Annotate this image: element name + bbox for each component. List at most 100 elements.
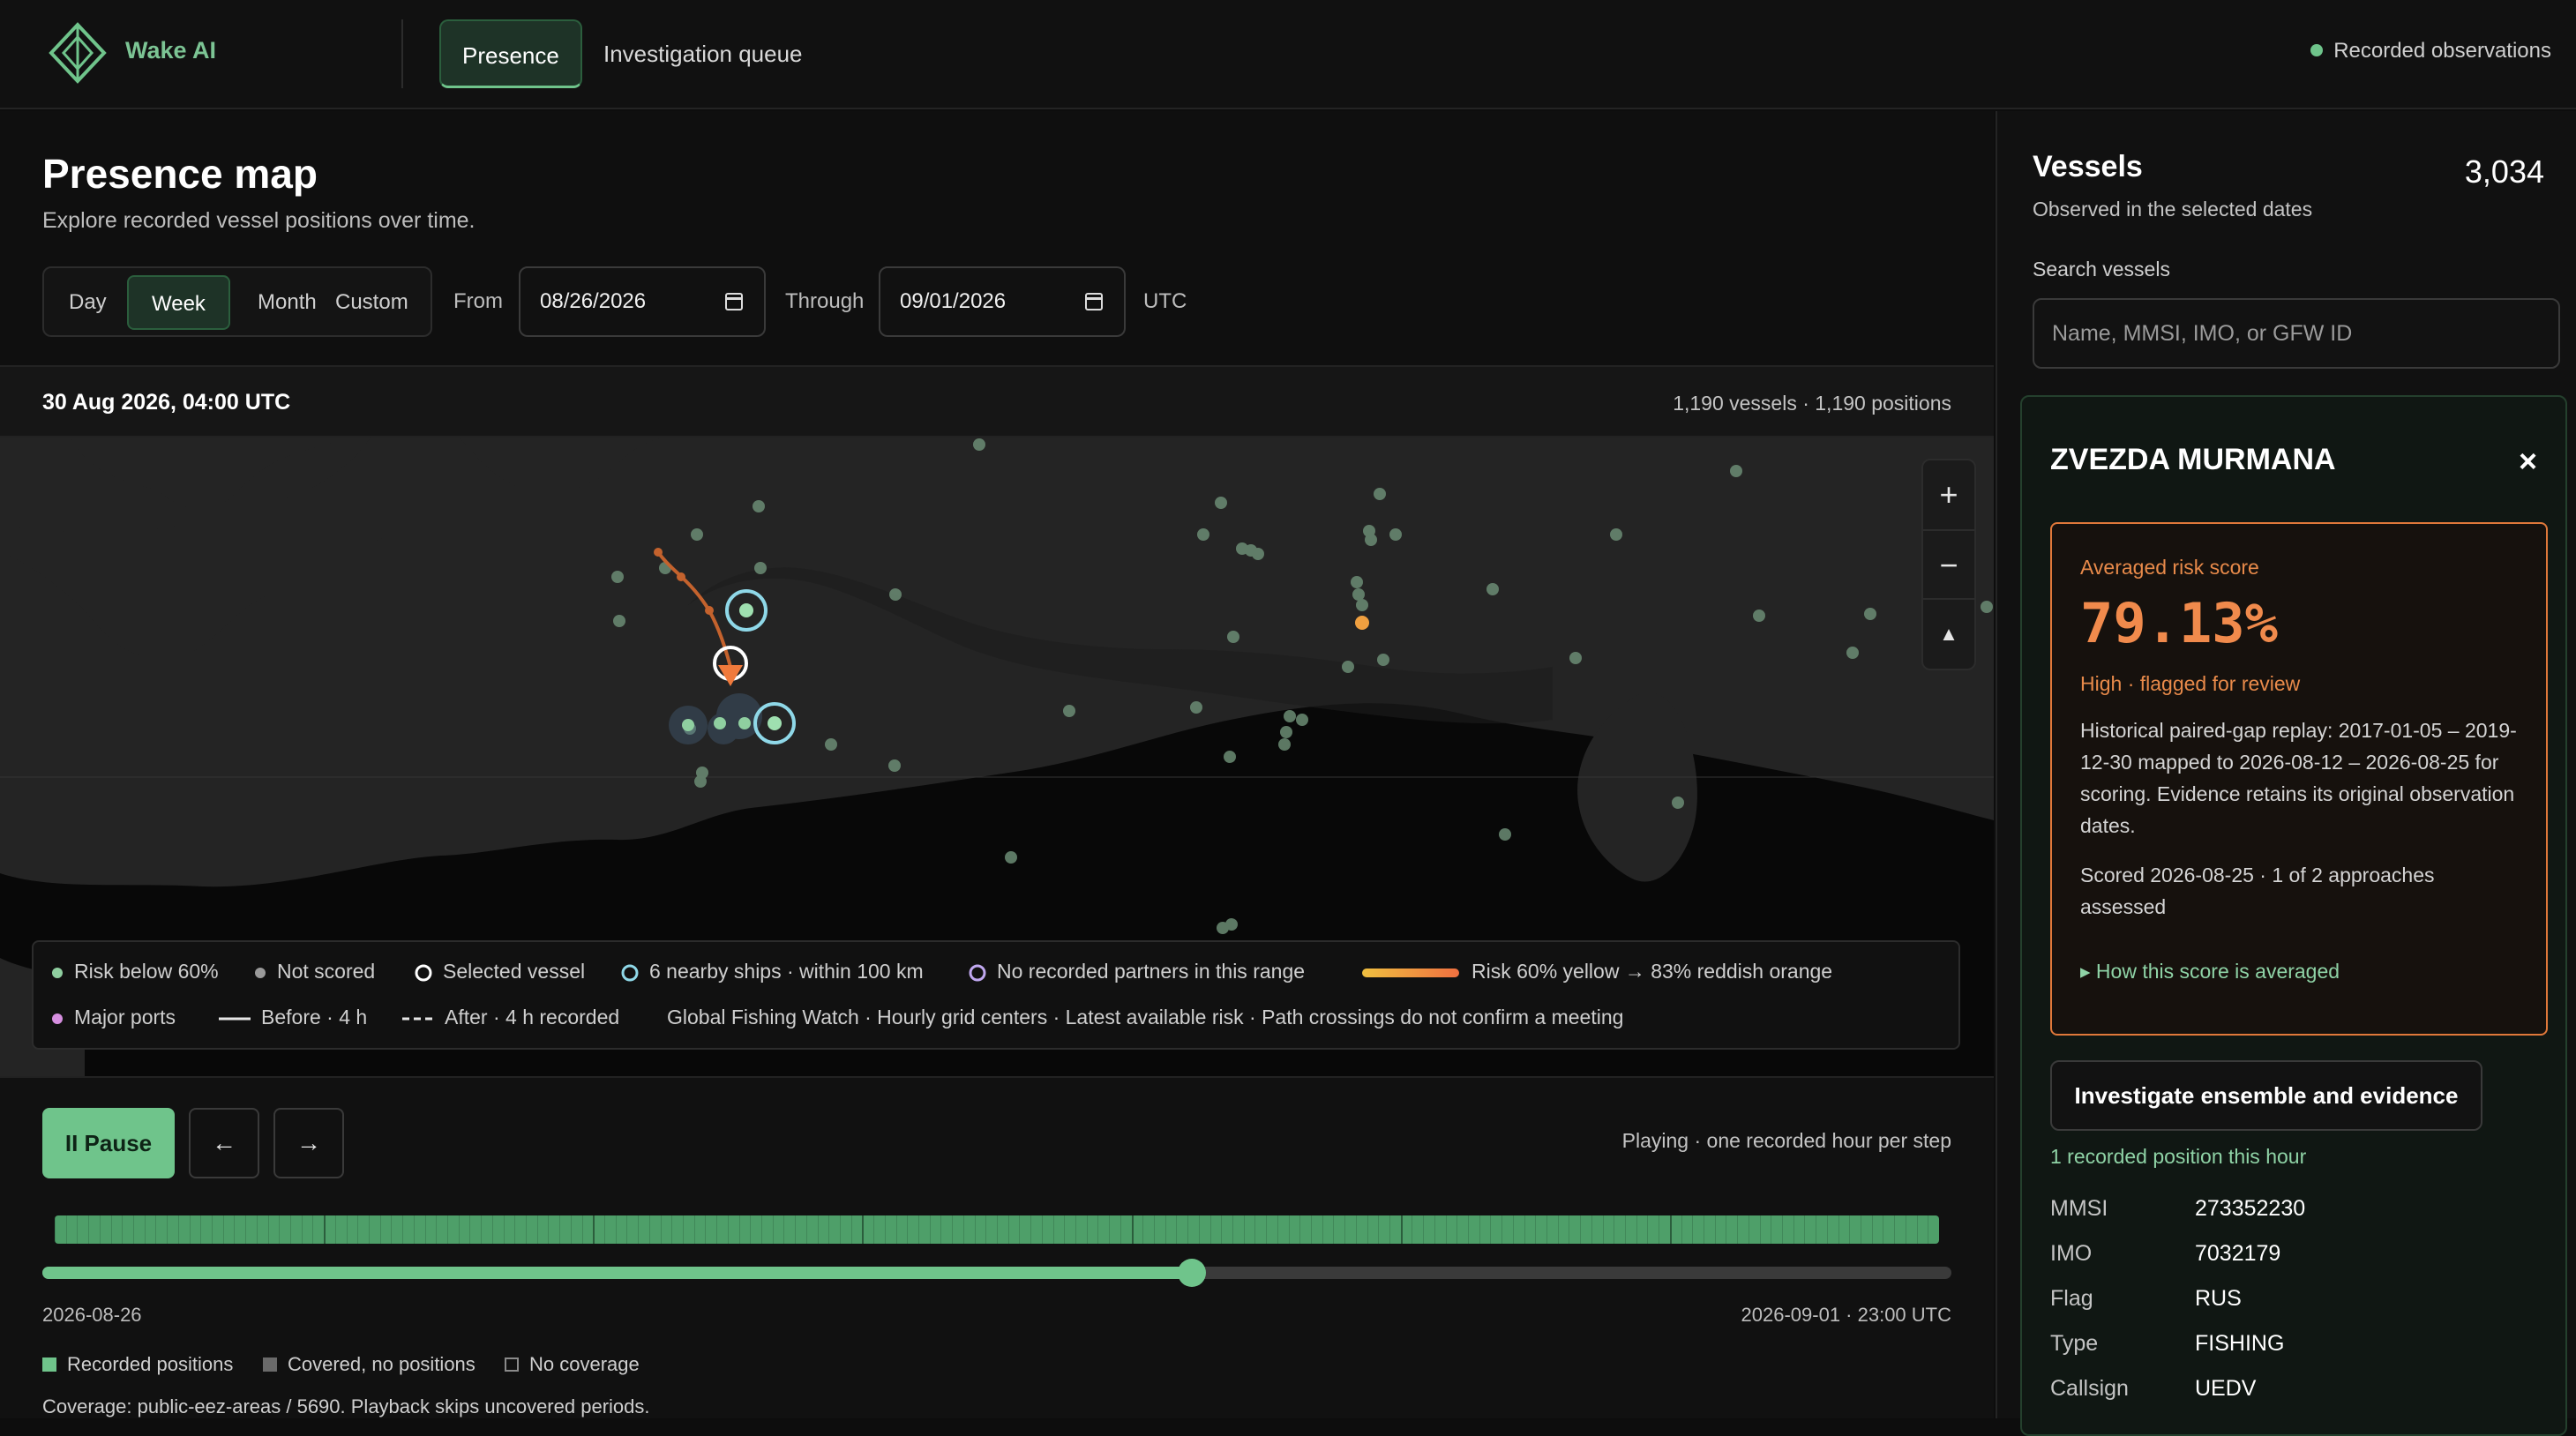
coverage-hour-tick [761,1215,762,1244]
coverage-hour-tick [559,1215,561,1244]
coverage-hour-tick [324,1215,326,1244]
coverage-hour-tick [1187,1215,1189,1244]
previous-step-button[interactable]: ← [189,1108,259,1178]
coverage-hour-tick [99,1215,101,1244]
coverage-hour-tick [481,1215,483,1244]
timeline-handle[interactable] [1177,1259,1206,1287]
coverage-hour-tick [895,1215,897,1244]
coverage-hour-tick [1557,1215,1559,1244]
coverage-hour-tick [1030,1215,1032,1244]
zoom-in-button[interactable]: + [1923,460,1974,529]
coverage-hour-tick [514,1215,516,1244]
score-explanation-toggle[interactable]: ▸ How this score is averaged [2080,960,2340,984]
coverage-hour-tick [615,1215,617,1244]
coverage-hour-tick [1871,1215,1873,1244]
coverage-note: Coverage: public-eez-areas / 5690. Playb… [42,1395,650,1417]
coverage-hour-tick [1490,1215,1492,1244]
range-day-button[interactable]: Day [46,275,130,330]
through-date-input[interactable]: 09/01/2026 [879,266,1126,337]
coverage-hour-tick [772,1215,774,1244]
tab-presence[interactable]: Presence [439,19,582,88]
coverage-hour-tick [828,1215,830,1244]
coverage-bar[interactable] [55,1215,1939,1244]
close-icon[interactable]: × [2519,443,2537,480]
nearby-dot [768,716,782,730]
range-week-button[interactable]: Week [127,275,230,330]
investigate-button[interactable]: Investigate ensemble and evidence [2050,1060,2482,1131]
detail-key: IMO [2050,1241,2093,1266]
legend-before: Before · 4 h [219,1006,368,1028]
coverage-hour-tick [884,1215,886,1244]
coverage-hour-tick [1064,1215,1066,1244]
range-custom-button[interactable]: Custom [312,275,431,330]
detail-key: Type [2050,1331,2099,1356]
page-title: Presence map [42,151,318,197]
coverage-hour-tick [1434,1215,1435,1244]
brand-name: Wake AI [125,37,217,64]
timeline-slider[interactable] [42,1259,1951,1287]
coverage-hour-tick [1669,1215,1671,1244]
wake-logo-icon[interactable] [48,21,108,85]
coverage-hour-tick [997,1215,998,1244]
presence-map[interactable]: + − ▲ Risk below 60% Not scored Selected… [0,438,1994,1076]
coverage-hour-tick [1355,1215,1357,1244]
coverage-hour-tick [1164,1215,1166,1244]
coverage-hour-tick [1602,1215,1604,1244]
search-input[interactable] [2033,298,2560,369]
tab-investigation-queue[interactable]: Investigation queue [582,19,824,88]
coverage-hour-tick [1131,1215,1133,1244]
from-date-value: 08/26/2026 [540,289,647,313]
compass-icon[interactable]: ▲ [1923,598,1974,667]
coverage-hour-tick [1838,1215,1839,1244]
coverage-hour-tick [88,1215,90,1244]
coverage-hour-tick [1007,1215,1009,1244]
coverage-hour-tick [177,1215,179,1244]
legend-ports: Major ports [51,1006,176,1029]
calendar-icon[interactable] [1085,293,1103,310]
coverage-hour-tick [133,1215,134,1244]
from-label: From [453,289,503,313]
calendar-icon[interactable] [725,293,743,310]
coverage-hour-tick [952,1215,954,1244]
coverage-hour-tick [671,1215,673,1244]
risk-value: 79.13% [2080,591,2278,655]
coverage-hour-tick [683,1215,684,1244]
coverage-hour-tick [402,1215,404,1244]
coverage-hour-tick [783,1215,785,1244]
coverage-hour-tick [65,1215,67,1244]
legend-selected: Selected vessel [415,960,585,984]
coverage-hour-tick [1367,1215,1368,1244]
coverage-hour-tick [1580,1215,1582,1244]
coverage-hour-tick [570,1215,572,1244]
coverage-hour-tick [1793,1215,1794,1244]
coverage-hour-tick [1209,1215,1211,1244]
pause-button[interactable]: II Pause [42,1108,175,1178]
coverage-hour-tick [638,1215,640,1244]
coverage-hour-tick [1849,1215,1851,1244]
coverage-hour-tick [1714,1215,1716,1244]
legend-nearby: 6 nearby ships · within 100 km [621,960,924,984]
coverage-hour-tick [1142,1215,1144,1244]
coverage-hour-tick [279,1215,281,1244]
coverage-hour-tick [962,1215,964,1244]
legend-source: Global Fishing Watch · Hourly grid cente… [667,1006,1624,1028]
coverage-hour-tick [548,1215,550,1244]
coverage-hour-tick [312,1215,314,1244]
range-selector: Day Week Month Custom [42,266,432,337]
status-dot-icon [2310,44,2324,56]
timeline-start: 2026-08-26 [42,1304,142,1326]
coverage-hour-tick [1512,1215,1514,1244]
coverage-hour-tick [536,1215,538,1244]
coverage-hour-tick [750,1215,752,1244]
coverage-hour-tick [491,1215,493,1244]
from-date-input[interactable]: 08/26/2026 [519,266,766,337]
coverage-hour-tick [167,1215,168,1244]
coverage-hour-tick [862,1215,864,1244]
coverage-hour-tick [705,1215,707,1244]
zoom-out-button[interactable]: − [1923,529,1974,598]
next-step-button[interactable]: → [273,1108,344,1178]
coverage-hour-tick [1176,1215,1178,1244]
coverage-hour-tick [1299,1215,1301,1244]
detail-key: Flag [2050,1286,2093,1311]
coverage-hour-tick [424,1215,426,1244]
